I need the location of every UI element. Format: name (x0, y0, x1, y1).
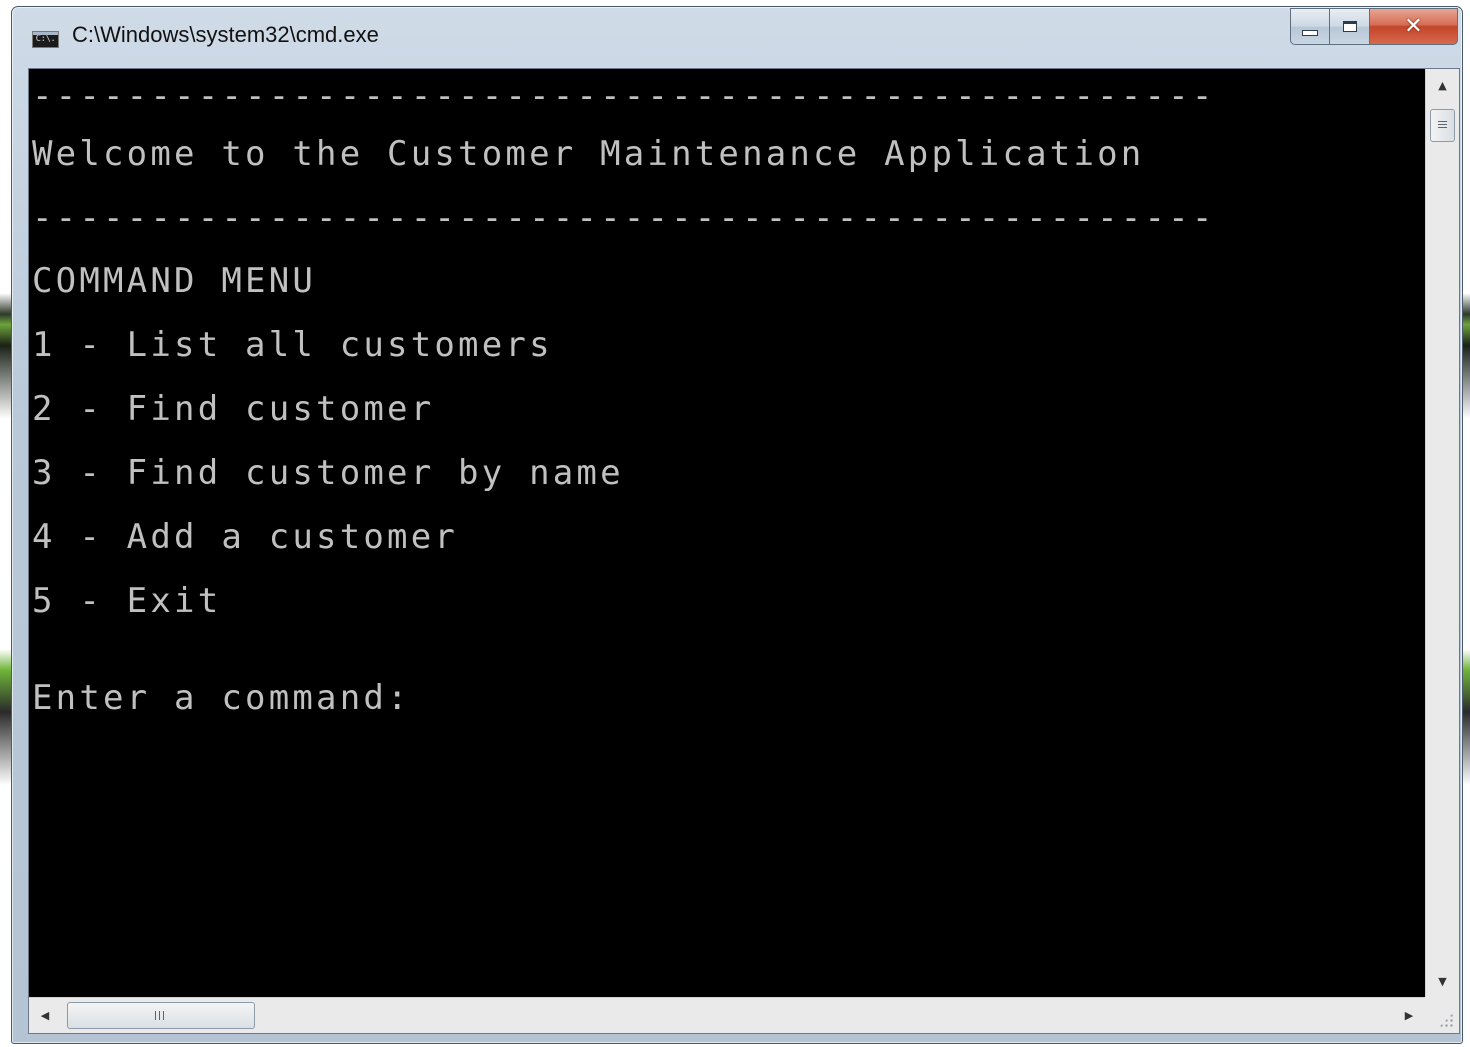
resize-grip[interactable] (1425, 997, 1459, 1033)
menu-option-1: 1 - List all customers (32, 325, 553, 365)
minimize-icon (1302, 29, 1318, 36)
cmd-window: C:\. C:\Windows\system32\cmd.exe ✕ -----… (11, 6, 1463, 1044)
maximize-icon (1342, 21, 1357, 32)
rule-top: ----------------------------------------… (32, 76, 1216, 116)
command-prompt[interactable]: Enter a command: (32, 681, 411, 715)
menu-option-3: 3 - Find customer by name (32, 453, 624, 493)
cmd-app-icon[interactable]: C:\. (32, 31, 59, 48)
caption-buttons: ✕ (1290, 8, 1458, 46)
menu-option-5: 5 - Exit (32, 581, 222, 621)
resize-grip-icon (1439, 1013, 1453, 1027)
close-icon: ✕ (1404, 13, 1423, 39)
maximize-button[interactable] (1330, 8, 1370, 45)
vertical-scrollbar[interactable]: ▲ ▼ (1425, 69, 1459, 997)
menu-option-2: 2 - Find customer (32, 389, 435, 429)
window-title: C:\Windows\system32\cmd.exe (72, 22, 379, 47)
menu-option-4: 4 - Add a customer (32, 517, 459, 557)
welcome-text: Welcome to the Customer Maintenance Appl… (32, 134, 1145, 174)
vertical-scroll-thumb[interactable] (1430, 109, 1455, 142)
console-frame: ----------------------------------------… (28, 68, 1460, 1034)
horizontal-scroll-thumb[interactable] (67, 1002, 255, 1029)
scroll-down-arrow[interactable]: ▼ (1426, 965, 1459, 997)
title-bar[interactable]: C:\. C:\Windows\system32\cmd.exe ✕ (12, 7, 1462, 65)
scroll-right-arrow[interactable]: ▶ (1393, 998, 1425, 1033)
rule-bottom: ----------------------------------------… (32, 198, 1216, 238)
grip-icon (1438, 121, 1447, 130)
minimize-button[interactable] (1290, 8, 1330, 45)
scroll-up-arrow[interactable]: ▲ (1426, 69, 1459, 101)
scroll-left-arrow[interactable]: ◀ (29, 998, 61, 1033)
close-button[interactable]: ✕ (1370, 8, 1458, 45)
horizontal-scrollbar[interactable]: ◀ ▶ (29, 997, 1425, 1033)
menu-title: COMMAND MENU (32, 261, 317, 301)
grip-icon (155, 1011, 167, 1020)
console-output[interactable]: ----------------------------------------… (29, 69, 1425, 997)
